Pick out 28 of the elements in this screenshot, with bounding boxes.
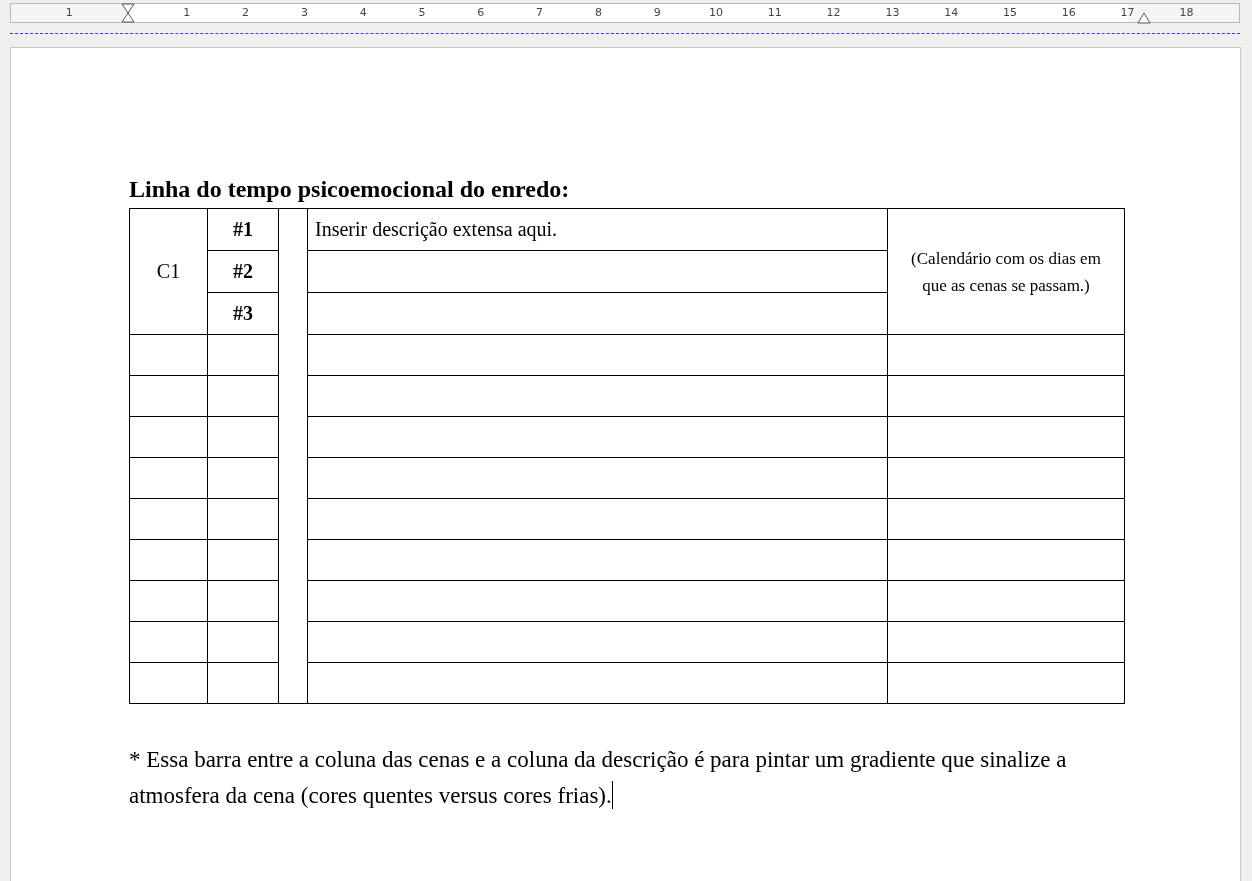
ruler-number: 16 — [1061, 6, 1076, 19]
ruler-number: 6 — [477, 6, 485, 19]
ruler-number: 10 — [709, 6, 723, 19]
table-cell: Inserir descrição extensa aqui. — [307, 208, 888, 251]
table-cell: (Calendário com os dias em que as cenas se passam.) — [887, 208, 1125, 335]
indent-marker-icon[interactable] — [1135, 12, 1152, 24]
heading: Linha do tempo psicoemocional do enredo: — [129, 175, 571, 204]
ruler-number: 15 — [1003, 6, 1017, 19]
ruler-number: 2 — [242, 6, 250, 19]
ruler-number: 9 — [653, 6, 661, 19]
ruler-number: 5 — [418, 6, 426, 19]
ruler-number: 12 — [826, 6, 841, 19]
ruler-number: 14 — [944, 6, 959, 19]
ruler-number: 13 — [885, 6, 900, 19]
ruler-number: 7 — [536, 6, 544, 19]
ruler-number: 11 — [767, 6, 782, 19]
ruler-number: 1 — [183, 6, 191, 19]
ruler[interactable]: 1 1 2 3 4 5 6 7 8 9 10 11 12 13 14 15 16 17 18 — [10, 3, 1240, 23]
ruler-number: 4 — [359, 6, 367, 19]
table-cell: C1 — [129, 208, 208, 335]
table-cell: #1 — [207, 208, 279, 251]
ruler-number: 18 — [1179, 6, 1194, 19]
ruler-number: 8 — [594, 6, 602, 19]
ruler-number: 3 — [300, 6, 308, 19]
ruler-number: 1 — [65, 6, 73, 19]
ruler-number: 17 — [1120, 6, 1135, 19]
indent-marker-icon[interactable] — [120, 3, 136, 23]
footnote-text-with-cursor: * Essa barra entre a coluna das cenas e a coluna da descrição é para pintar um gradiente que sinalize a atmosfera da cena (cores quentes versus cores frias). — [129, 742, 1114, 814]
